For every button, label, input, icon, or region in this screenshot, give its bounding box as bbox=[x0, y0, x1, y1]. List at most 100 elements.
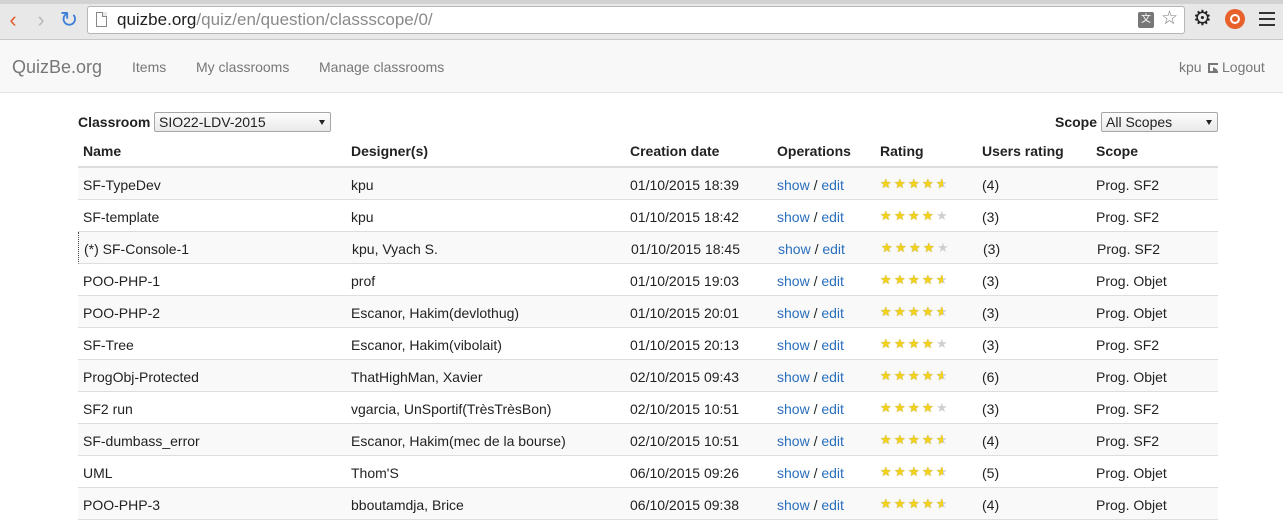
forward-icon[interactable]: › bbox=[30, 9, 52, 31]
rating-stars[interactable]: ★ ★ ★ ★ ★ bbox=[881, 240, 951, 255]
star-icon[interactable]: ★ bbox=[908, 336, 922, 351]
star-icon[interactable]: ★ bbox=[908, 400, 922, 415]
star-icon[interactable]: ★ bbox=[880, 336, 894, 351]
show-link[interactable]: show bbox=[777, 369, 810, 385]
brand-link[interactable]: QuizBe.org bbox=[12, 56, 102, 78]
rating-stars[interactable]: ★ ★ ★ ★ ★ bbox=[880, 400, 950, 415]
star-icon[interactable]: ★ bbox=[922, 496, 936, 511]
star-icon[interactable]: ★ bbox=[894, 400, 908, 415]
menu-icon[interactable] bbox=[1259, 12, 1275, 26]
rating-stars[interactable]: ★ ★ ★ ★ ★ bbox=[880, 208, 950, 223]
header-designers[interactable]: Designer(s) bbox=[351, 143, 428, 159]
rating-stars[interactable]: ★ ★ ★ ★ ★ bbox=[880, 496, 950, 511]
star-icon[interactable]: ★ bbox=[880, 496, 894, 511]
edit-link[interactable]: edit bbox=[821, 465, 844, 481]
header-rating[interactable]: Rating bbox=[880, 143, 924, 159]
star-icon[interactable]: ★ bbox=[908, 272, 922, 287]
translate-icon[interactable]: 文 bbox=[1138, 12, 1154, 28]
classroom-select[interactable]: SIO22-LDV-2015 bbox=[154, 112, 331, 132]
star-icon[interactable]: ★ bbox=[908, 176, 922, 191]
edit-link[interactable]: edit bbox=[821, 177, 844, 193]
star-icon[interactable]: ★ bbox=[936, 432, 950, 447]
show-link[interactable]: show bbox=[777, 433, 810, 449]
star-icon[interactable]: ★ bbox=[908, 304, 922, 319]
star-icon[interactable]: ★ bbox=[894, 176, 908, 191]
star-icon[interactable]: ★ bbox=[880, 400, 894, 415]
star-icon[interactable]: ★ bbox=[908, 368, 922, 383]
edit-link[interactable]: edit bbox=[821, 305, 844, 321]
address-bar[interactable]: quizbe.org/quiz/en/question/classscope/0… bbox=[87, 6, 1185, 34]
star-icon[interactable]: ★ bbox=[908, 496, 922, 511]
star-icon[interactable]: ★ bbox=[922, 272, 936, 287]
star-icon[interactable]: ★ bbox=[936, 368, 950, 383]
star-icon[interactable]: ★ bbox=[922, 336, 936, 351]
rating-stars[interactable]: ★ ★ ★ ★ ★ bbox=[880, 176, 950, 191]
rating-stars[interactable]: ★ ★ ★ ★ ★ bbox=[880, 336, 950, 351]
show-link[interactable]: show bbox=[777, 337, 810, 353]
star-icon[interactable]: ★ bbox=[922, 176, 936, 191]
edit-link[interactable]: edit bbox=[821, 497, 844, 513]
reload-icon[interactable]: ↻ bbox=[58, 9, 80, 31]
user-name[interactable]: kpu bbox=[1179, 58, 1202, 76]
star-icon[interactable]: ★ bbox=[936, 304, 950, 319]
star-icon[interactable]: ★ bbox=[936, 400, 950, 415]
nav-my-classrooms-link[interactable]: My classrooms bbox=[196, 58, 289, 76]
edit-link[interactable]: edit bbox=[821, 401, 844, 417]
star-icon[interactable]: ★ bbox=[908, 432, 922, 447]
rating-stars[interactable]: ★ ★ ★ ★ ★ bbox=[880, 464, 950, 479]
nav-items-link[interactable]: Items bbox=[132, 58, 166, 76]
star-icon[interactable]: ★ bbox=[894, 432, 908, 447]
rating-stars[interactable]: ★ ★ ★ ★ ★ bbox=[880, 368, 950, 383]
star-icon[interactable]: ★ bbox=[936, 496, 950, 511]
star-icon[interactable]: ★ bbox=[880, 432, 894, 447]
show-link[interactable]: show bbox=[777, 209, 810, 225]
rating-stars[interactable]: ★ ★ ★ ★ ★ bbox=[880, 272, 950, 287]
rating-stars[interactable]: ★ ★ ★ ★ ★ bbox=[880, 304, 950, 319]
star-icon[interactable]: ★ bbox=[923, 240, 937, 255]
star-icon[interactable]: ★ bbox=[922, 400, 936, 415]
star-icon[interactable]: ★ bbox=[880, 304, 894, 319]
show-link[interactable]: show bbox=[777, 177, 810, 193]
star-icon[interactable]: ★ bbox=[894, 272, 908, 287]
star-icon[interactable]: ★ bbox=[922, 432, 936, 447]
star-icon[interactable]: ★ bbox=[894, 496, 908, 511]
star-icon[interactable]: ★ bbox=[894, 464, 908, 479]
show-link[interactable]: show bbox=[777, 401, 810, 417]
header-users-rating[interactable]: Users rating bbox=[982, 143, 1064, 159]
show-link[interactable]: show bbox=[777, 273, 810, 289]
star-icon[interactable]: ★ bbox=[922, 464, 936, 479]
star-icon[interactable]: ★ bbox=[894, 368, 908, 383]
star-icon[interactable]: ★ bbox=[922, 208, 936, 223]
show-link[interactable]: show bbox=[777, 305, 810, 321]
edit-link[interactable]: edit bbox=[821, 209, 844, 225]
star-icon[interactable]: ★ bbox=[894, 304, 908, 319]
show-link[interactable]: show bbox=[777, 465, 810, 481]
bookmark-star-icon[interactable]: ☆ bbox=[1161, 9, 1178, 29]
star-icon[interactable]: ★ bbox=[909, 240, 923, 255]
extension-icon[interactable] bbox=[1225, 9, 1245, 29]
edit-link[interactable]: edit bbox=[821, 369, 844, 385]
star-icon[interactable]: ★ bbox=[894, 336, 908, 351]
star-icon[interactable]: ★ bbox=[908, 208, 922, 223]
edit-link[interactable]: edit bbox=[821, 433, 844, 449]
edit-link[interactable]: edit bbox=[821, 337, 844, 353]
edit-link[interactable]: edit bbox=[822, 241, 845, 257]
star-icon[interactable]: ★ bbox=[880, 208, 894, 223]
star-icon[interactable]: ★ bbox=[936, 176, 950, 191]
header-creation-date[interactable]: Creation date bbox=[630, 143, 719, 159]
rating-stars[interactable]: ★ ★ ★ ★ ★ bbox=[880, 432, 950, 447]
star-icon[interactable]: ★ bbox=[936, 208, 950, 223]
star-icon[interactable]: ★ bbox=[937, 240, 951, 255]
logout-link[interactable]: Logout bbox=[1208, 58, 1265, 76]
star-icon[interactable]: ★ bbox=[936, 272, 950, 287]
gear-icon[interactable]: ⚙ bbox=[1193, 8, 1212, 30]
star-icon[interactable]: ★ bbox=[894, 208, 908, 223]
star-icon[interactable]: ★ bbox=[922, 368, 936, 383]
star-icon[interactable]: ★ bbox=[880, 272, 894, 287]
url-text[interactable]: quizbe.org/quiz/en/question/classscope/0… bbox=[117, 10, 433, 30]
star-icon[interactable]: ★ bbox=[880, 176, 894, 191]
show-link[interactable]: show bbox=[778, 241, 811, 257]
header-name[interactable]: Name bbox=[83, 143, 121, 159]
star-icon[interactable]: ★ bbox=[922, 304, 936, 319]
star-icon[interactable]: ★ bbox=[895, 240, 909, 255]
